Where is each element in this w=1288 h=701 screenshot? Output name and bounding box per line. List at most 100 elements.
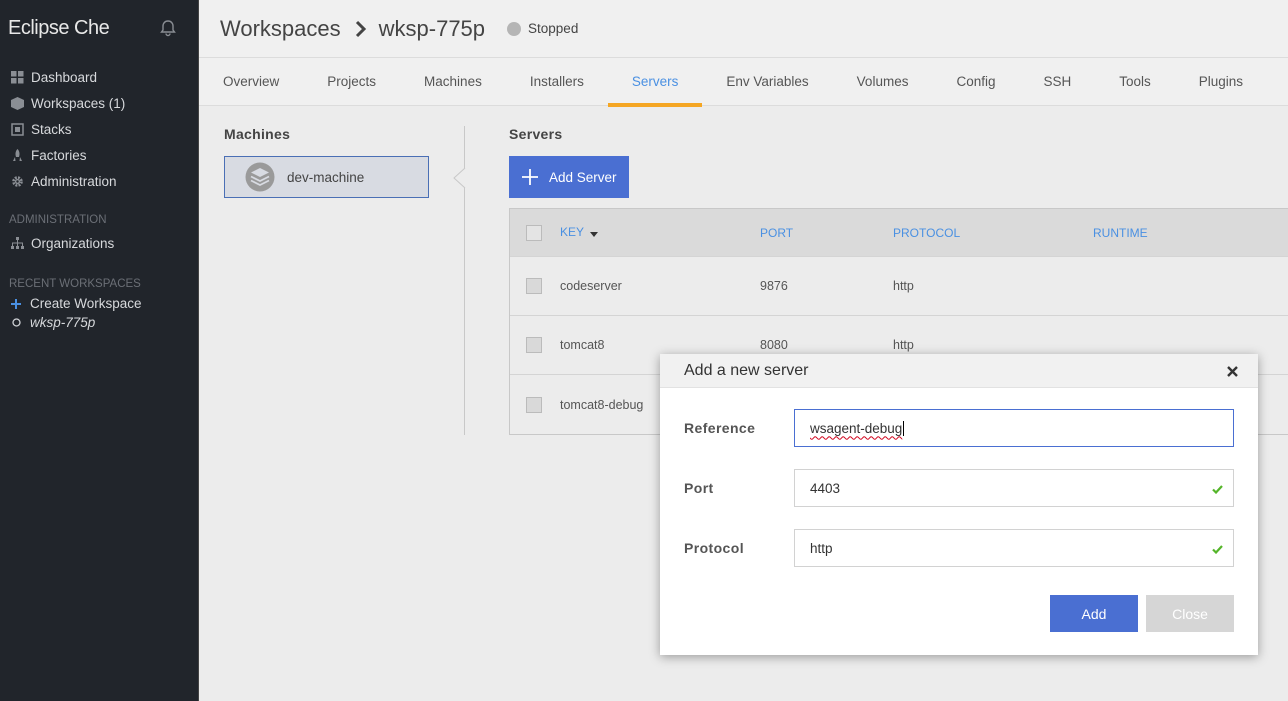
- row-protocol: http: [893, 338, 914, 352]
- tab-label: Machines: [424, 74, 482, 89]
- nav-factories[interactable]: Factories: [0, 142, 198, 168]
- add-server-label: Add Server: [549, 169, 617, 185]
- machines-title: Machines: [224, 126, 291, 142]
- table-row[interactable]: codeserver 9876 http: [510, 257, 1288, 316]
- row-checkbox[interactable]: [526, 278, 542, 294]
- tab-machines[interactable]: Machines: [400, 58, 506, 106]
- nav-workspaces[interactable]: Workspaces (1): [0, 90, 198, 116]
- nav-dashboard-label: Dashboard: [31, 69, 98, 85]
- servers-title: Servers: [509, 126, 563, 142]
- admin-section-label: ADMINISTRATION: [9, 214, 107, 226]
- breadcrumb-workspaces[interactable]: Workspaces: [220, 16, 341, 42]
- nav-organizations-label: Organizations: [31, 235, 115, 251]
- gear-icon: [10, 174, 24, 188]
- tab-installers[interactable]: Installers: [506, 58, 608, 106]
- bell-icon[interactable]: [158, 18, 178, 38]
- port-label: Port: [684, 480, 714, 496]
- status-dot-icon: [507, 21, 522, 36]
- check-icon: [1212, 542, 1223, 557]
- add-button[interactable]: Add: [1050, 595, 1138, 632]
- chevron-right-icon: [355, 20, 367, 38]
- divider-pointer-icon: [453, 167, 466, 193]
- tab-projects[interactable]: Projects: [303, 58, 400, 106]
- tab-label: Servers: [631, 74, 679, 89]
- dialog-header: Add a new server: [660, 354, 1258, 388]
- tab-label: Tools: [1119, 74, 1151, 89]
- dashboard-icon: [10, 70, 24, 84]
- tab-servers[interactable]: Servers: [607, 58, 703, 107]
- protocol-row: Protocol http: [684, 529, 1234, 567]
- row-checkbox[interactable]: [526, 396, 542, 413]
- status-circle-icon: [10, 318, 22, 327]
- recent-section-label: RECENT WORKSPACES: [9, 278, 141, 290]
- nav-dashboard[interactable]: Dashboard: [0, 64, 198, 90]
- app-logo[interactable]: Eclipse Che: [8, 17, 110, 40]
- column-protocol-header[interactable]: PROTOCOL: [893, 226, 960, 240]
- reference-label: Reference: [684, 420, 756, 436]
- nav-administration[interactable]: Administration: [0, 168, 198, 194]
- main-nav: Dashboard Workspaces (1) Stacks Factorie…: [0, 56, 198, 332]
- tab-label: Projects: [327, 74, 377, 89]
- stacks-icon: [10, 122, 24, 136]
- reference-value: wsagent-debug: [810, 420, 903, 436]
- column-runtime-header[interactable]: RUNTIME: [1093, 226, 1148, 240]
- tab-label: Volumes: [856, 74, 909, 89]
- protocol-value: http: [810, 540, 833, 556]
- port-value: 4403: [810, 480, 841, 496]
- nav-organizations[interactable]: Organizations: [0, 230, 198, 256]
- organizations-icon: [10, 236, 24, 250]
- column-key-label: KEY: [560, 225, 585, 240]
- tab-overview[interactable]: Overview: [199, 58, 303, 106]
- tab-label: Overview: [223, 74, 280, 89]
- reference-input[interactable]: wsagent-debug: [794, 409, 1234, 447]
- nav-administration-label: Administration: [31, 173, 117, 189]
- table-header: KEY PORT PROTOCOL RUNTIME: [510, 209, 1288, 257]
- nav-factories-label: Factories: [31, 147, 87, 163]
- workspaces-icon: [10, 96, 24, 110]
- tab-config[interactable]: Config: [932, 58, 1019, 106]
- machine-card-dev-machine[interactable]: dev-machine: [224, 156, 429, 198]
- tab-env-variables[interactable]: Env Variables: [702, 58, 832, 106]
- tab-volumes[interactable]: Volumes: [833, 58, 933, 106]
- tab-ssh[interactable]: SSH: [1019, 58, 1095, 106]
- row-key: tomcat8: [560, 338, 605, 352]
- tab-label: Installers: [529, 74, 584, 89]
- nav-workspaces-label: Workspaces (1): [31, 95, 126, 111]
- select-all-checkbox[interactable]: [526, 224, 542, 241]
- check-icon: [1212, 482, 1223, 497]
- protocol-label: Protocol: [684, 540, 744, 556]
- row-port: 9876: [760, 279, 788, 293]
- column-port-header[interactable]: PORT: [760, 226, 793, 240]
- row-protocol: http: [893, 279, 914, 293]
- add-server-dialog: Add a new server Reference wsagent-debug…: [660, 354, 1258, 655]
- nav-stacks-label: Stacks: [31, 121, 72, 137]
- tab-bar: Overview Projects Machines Installers Se…: [199, 58, 1288, 107]
- row-port: 8080: [760, 338, 788, 352]
- close-icon[interactable]: [1227, 362, 1238, 380]
- dialog-title: Add a new server: [684, 361, 809, 379]
- port-row: Port 4403: [684, 469, 1234, 507]
- sort-down-icon: [590, 226, 599, 240]
- recent-workspace-item[interactable]: wksp-775p: [0, 313, 198, 332]
- factories-icon: [10, 148, 24, 162]
- tab-label: SSH: [1043, 74, 1072, 89]
- page-title: wksp-775p: [378, 15, 486, 41]
- column-key-header[interactable]: KEY: [560, 225, 599, 240]
- create-workspace-link[interactable]: Create Workspace: [0, 294, 198, 313]
- machine-name: dev-machine: [287, 169, 365, 185]
- recent-workspace-label: wksp-775p: [30, 315, 96, 330]
- tab-label: Config: [956, 74, 996, 89]
- tab-plugins[interactable]: Plugins: [1175, 58, 1267, 106]
- nav-stacks[interactable]: Stacks: [0, 116, 198, 142]
- tab-tools[interactable]: Tools: [1095, 58, 1175, 106]
- row-checkbox[interactable]: [526, 337, 542, 353]
- status-badge: Stopped: [528, 21, 579, 36]
- plus-icon: [10, 298, 22, 309]
- tab-label: Env Variables: [726, 74, 809, 89]
- port-input[interactable]: 4403: [794, 469, 1234, 507]
- protocol-input[interactable]: http: [794, 529, 1234, 567]
- sidebar: Eclipse Che Dashboard Workspaces (1) Sta…: [0, 0, 199, 701]
- close-button[interactable]: Close: [1146, 595, 1234, 632]
- reference-row: Reference wsagent-debug: [684, 409, 1234, 447]
- add-server-button[interactable]: Add Server: [509, 156, 629, 198]
